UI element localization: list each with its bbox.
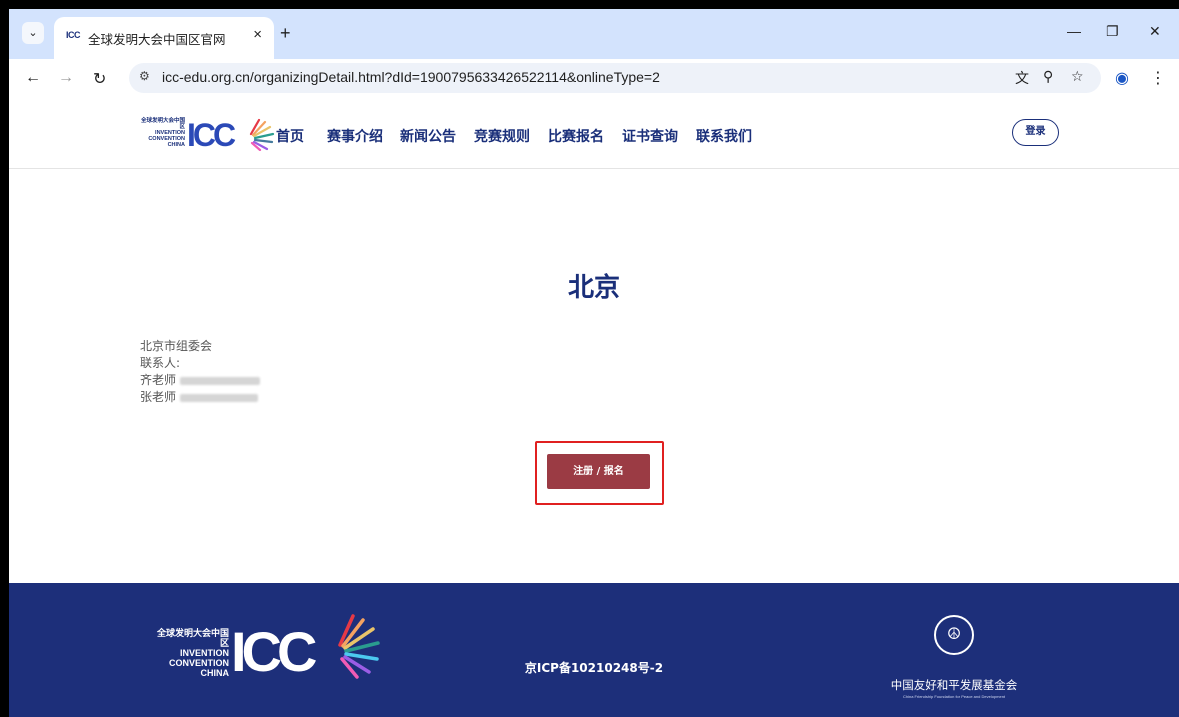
redacted-phone	[180, 376, 261, 385]
nav-news[interactable]: 新闻公告	[400, 126, 456, 146]
nav-home[interactable]: 首页	[276, 126, 304, 146]
nav-intro[interactable]: 赛事介绍	[327, 126, 383, 146]
url-text[interactable]: icc-edu.org.cn/organizingDetail.html?dId…	[162, 69, 660, 85]
footer-logo: 全球发明大会中国区 INVENTION CONVENTION CHINA ICC	[151, 609, 380, 689]
restore-icon[interactable]: ❐	[1106, 23, 1119, 40]
tab-favicon-icon: ICC	[66, 30, 81, 40]
contact-label: 联系人:	[140, 356, 181, 370]
nav-certificate[interactable]: 证书查询	[622, 126, 678, 146]
address-bar[interactable]: ⚙ icc-edu.org.cn/organizingDetail.html?d…	[129, 63, 1101, 93]
org-name: 北京市组委会	[140, 339, 213, 353]
register-button[interactable]: 注册 / 报名	[547, 454, 650, 489]
page-title: 北京	[567, 273, 620, 303]
browser-window: ⌄ ICC 全球发明大会中国区官网 × + — ❐ ✕ ← → ↻ ⚙ icc-…	[9, 9, 1179, 717]
zoom-icon[interactable]: ⚲	[1043, 68, 1053, 85]
contact-row: 齐老师	[140, 372, 261, 389]
browser-tab[interactable]: ICC 全球发明大会中国区官网 ×	[54, 17, 274, 59]
browser-toolbar: ← → ↻ ⚙ icc-edu.org.cn/organizingDetail.…	[9, 59, 1179, 99]
redacted-phone	[180, 393, 259, 402]
site-footer: 全球发明大会中国区 INVENTION CONVENTION CHINA ICC	[9, 583, 1179, 717]
tab-close-icon[interactable]: ×	[253, 26, 262, 43]
logo-rays-icon	[249, 118, 275, 151]
new-tab-button[interactable]: +	[280, 23, 291, 44]
nav-contact[interactable]: 联系我们	[696, 126, 752, 146]
window-close-icon[interactable]: ✕	[1149, 23, 1161, 40]
nav-registration[interactable]: 比赛报名	[548, 126, 604, 146]
foundation-name: 中国友好和平发展基金会	[890, 678, 1018, 692]
translate-icon[interactable]: 文	[1015, 68, 1029, 88]
logo-mark: ICC	[187, 117, 275, 154]
back-arrow-icon[interactable]: ←	[25, 69, 41, 87]
reload-icon[interactable]: ↻	[93, 69, 106, 89]
site-logo[interactable]: 全球发明大会中国区 INVENTION CONVENTION CHINA ICC	[137, 115, 275, 155]
tab-strip: ⌄ ICC 全球发明大会中国区官网 × + — ❐ ✕	[9, 9, 1179, 59]
foundation-subtitle: China Friendship Foundation for Peace an…	[902, 694, 1006, 699]
tune-icon[interactable]: ⚙	[139, 69, 150, 83]
contact-name: 张老师	[140, 390, 177, 404]
tab-title: 全球发明大会中国区官网	[88, 32, 226, 47]
profile-icon[interactable]: ◉	[1115, 68, 1129, 88]
kebab-menu-icon[interactable]: ⋮	[1150, 68, 1166, 88]
contact-row: 张老师	[140, 389, 260, 406]
tab-search-dropdown-icon[interactable]: ⌄	[22, 22, 44, 44]
nav-rules[interactable]: 竞赛规则	[474, 126, 530, 146]
minimize-icon[interactable]: —	[1067, 23, 1081, 39]
contact-name: 齐老师	[140, 373, 177, 387]
login-button[interactable]: 登录	[1012, 119, 1059, 146]
star-icon[interactable]: ☆	[1071, 68, 1084, 85]
forward-arrow-icon[interactable]: →	[58, 69, 74, 87]
contact-info: 北京市组委会 联系人: 齐老师 张老师	[140, 338, 261, 406]
logo-text: 全球发明大会中国区 INVENTION CONVENTION CHINA	[140, 118, 185, 148]
foundation-emblem-icon: ☮	[934, 615, 974, 655]
site-header: 全球发明大会中国区 INVENTION CONVENTION CHINA ICC	[9, 99, 1179, 169]
foundation-logo: ☮ 中国友好和平发展基金会 China Friendship Foundatio…	[879, 615, 1029, 699]
